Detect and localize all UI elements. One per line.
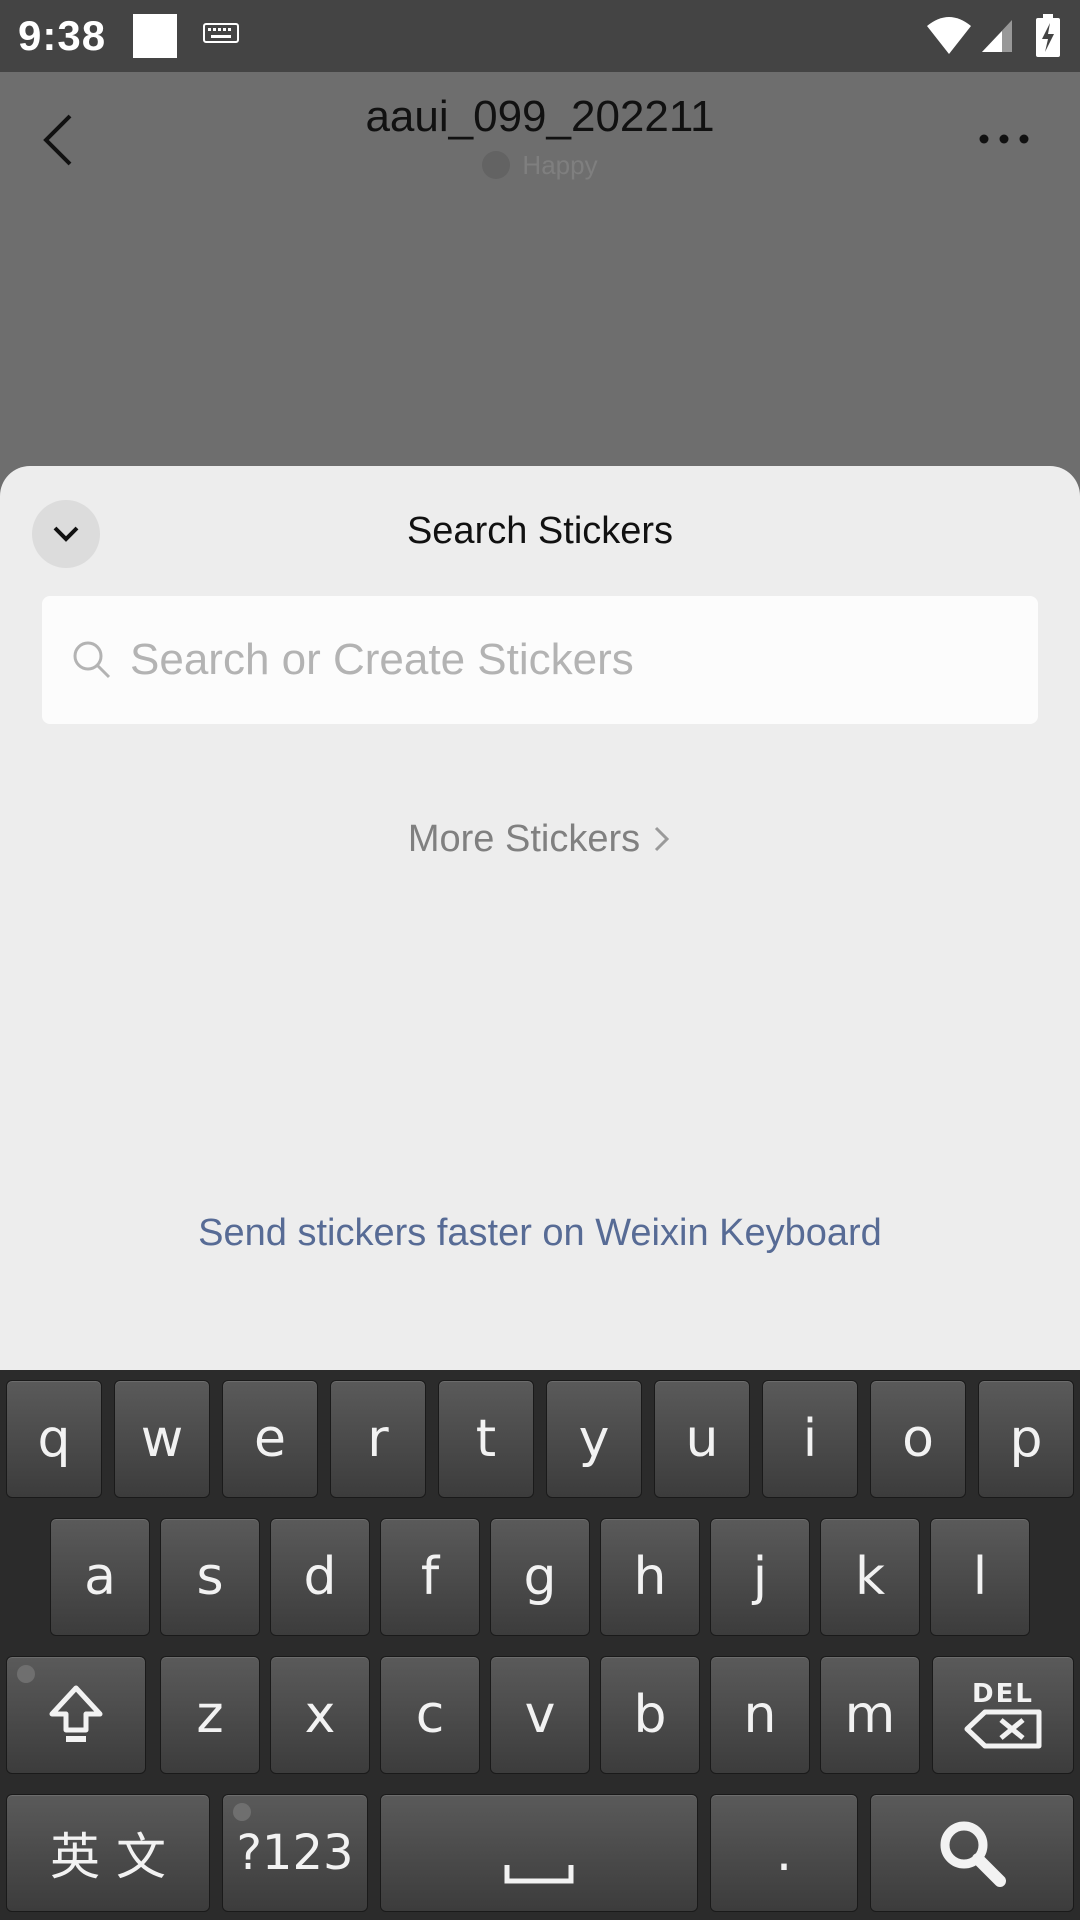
chat-status-text: Happy	[522, 150, 598, 180]
key-h[interactable]: h	[600, 1518, 700, 1636]
key-p[interactable]: p	[978, 1380, 1074, 1498]
delete-key[interactable]: DEL	[932, 1656, 1074, 1774]
key-k[interactable]: k	[820, 1518, 920, 1636]
key-s[interactable]: s	[160, 1518, 260, 1636]
key-u[interactable]: u	[654, 1380, 750, 1498]
shift-icon	[49, 1685, 103, 1742]
key-e[interactable]: e	[222, 1380, 318, 1498]
sheet-title: Search Stickers	[406, 510, 674, 552]
search-icon	[940, 1821, 1006, 1887]
more-stickers-label: More Stickers	[407, 818, 641, 860]
key-o[interactable]: o	[870, 1380, 966, 1498]
more-icon[interactable]	[978, 132, 1030, 146]
weixin-keyboard-link[interactable]: Send stickers faster on Weixin Keyboard	[0, 1212, 1080, 1255]
keyboard-icon	[203, 23, 239, 43]
chat-title: aaui_099_202211	[365, 92, 715, 141]
key-f[interactable]: f	[380, 1518, 480, 1636]
symbols-key[interactable]: ?123	[222, 1794, 368, 1912]
shift-key[interactable]	[6, 1656, 146, 1774]
sticker-search-input[interactable]	[130, 624, 1010, 696]
chat-header: aaui_099_202211 Happy	[0, 72, 1080, 472]
more-stickers-link[interactable]: More Stickers	[0, 818, 1080, 861]
white-square-icon	[133, 14, 177, 58]
key-z[interactable]: z	[160, 1656, 260, 1774]
space-key[interactable]	[380, 1794, 698, 1912]
smile-icon	[482, 151, 511, 179]
key-c[interactable]: c	[380, 1656, 480, 1774]
key-i[interactable]: i	[762, 1380, 858, 1498]
key-n[interactable]: n	[710, 1656, 810, 1774]
space-icon	[504, 1865, 574, 1884]
delete-icon	[964, 1709, 1042, 1749]
search-key[interactable]	[870, 1794, 1074, 1912]
symbols-indicator-dot	[233, 1803, 251, 1821]
symbols-label: ?123	[236, 1825, 354, 1881]
language-key[interactable]: 英 文	[6, 1794, 210, 1912]
chat-status: Happy	[0, 150, 1080, 181]
wifi-icon	[927, 17, 971, 54]
key-b[interactable]: b	[600, 1656, 700, 1774]
chevron-right-icon	[655, 826, 670, 852]
key-j[interactable]: j	[710, 1518, 810, 1636]
status-time: 9:38	[18, 12, 107, 59]
key-g[interactable]: g	[490, 1518, 590, 1636]
key-m[interactable]: m	[820, 1656, 920, 1774]
key-d[interactable]: d	[270, 1518, 370, 1636]
key-l[interactable]: l	[930, 1518, 1030, 1636]
sticker-search-sheet: Search Stickers More Stickers Send stick…	[0, 466, 1080, 1370]
delete-label: DEL	[972, 1679, 1034, 1709]
status-bar: 9:38	[0, 0, 1080, 72]
key-y[interactable]: y	[546, 1380, 642, 1498]
sticker-search-box[interactable]	[42, 596, 1038, 724]
signal-icon	[982, 20, 1012, 52]
key-v[interactable]: v	[490, 1656, 590, 1774]
search-icon	[73, 641, 111, 679]
period-key[interactable]: .	[710, 1794, 858, 1912]
key-r[interactable]: r	[330, 1380, 426, 1498]
shift-indicator-dot	[17, 1665, 35, 1683]
key-q[interactable]: q	[6, 1380, 102, 1498]
key-w[interactable]: w	[114, 1380, 210, 1498]
soft-keyboard: q w e r t y u i o p a s d f g h j k l z …	[0, 1370, 1080, 1920]
key-a[interactable]: a	[50, 1518, 150, 1636]
key-x[interactable]: x	[270, 1656, 370, 1774]
battery-charging-icon	[1036, 14, 1060, 57]
key-t[interactable]: t	[438, 1380, 534, 1498]
